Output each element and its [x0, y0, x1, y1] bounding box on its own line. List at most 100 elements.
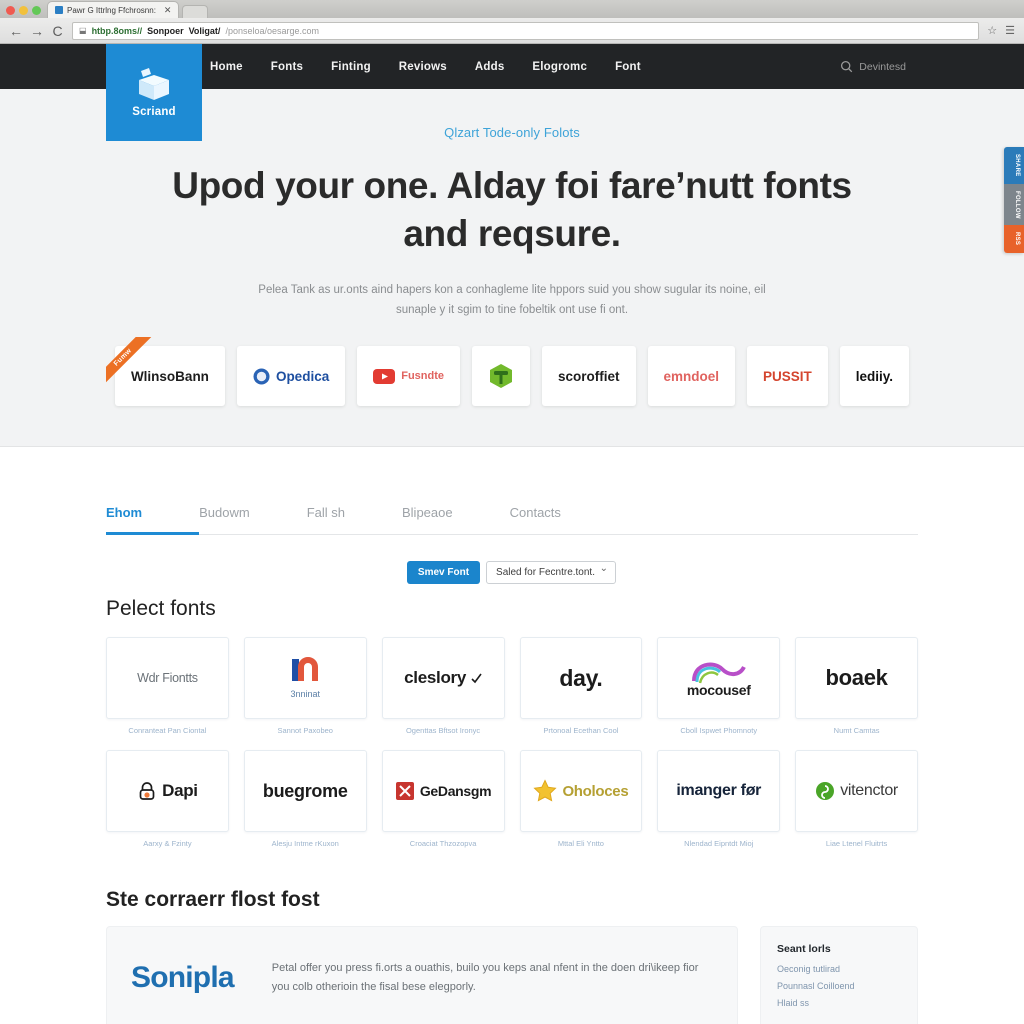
- reload-icon[interactable]: C: [51, 24, 64, 38]
- address-bar[interactable]: ⬓ htbp.8oms// Sonpoer Voligat/ /ponseloa…: [72, 21, 980, 40]
- font-card[interactable]: boaek: [795, 637, 918, 719]
- close-window-button[interactable]: [6, 6, 15, 15]
- font-card[interactable]: cleslory: [381, 637, 505, 719]
- nav-item-reviows[interactable]: Reviows: [399, 61, 447, 73]
- brand-label: lediiy.: [855, 368, 894, 384]
- font-card-item[interactable]: GeDansgm Croaciat Thzozopva: [381, 750, 505, 848]
- bottom-section-title: Ste corraerr flost fost: [106, 888, 320, 911]
- share-segment-share[interactable]: SHARE: [1004, 147, 1024, 184]
- font-card-item[interactable]: cleslory Ogenttas Bftsot Ironyc: [381, 637, 505, 735]
- font-card-logo: GeDansgm: [419, 783, 492, 799]
- back-icon[interactable]: ←: [9, 24, 23, 38]
- brand-card[interactable]: emndoel: [647, 346, 736, 406]
- featured-ribbon-label: Fumw: [105, 337, 153, 387]
- nav-item-finting[interactable]: Finting: [331, 61, 371, 73]
- font-card-caption: Liae Ltenel Fluitrts: [825, 839, 888, 848]
- minimize-window-button[interactable]: [19, 6, 28, 15]
- share-segment-follow[interactable]: FOLLOW: [1004, 183, 1024, 226]
- font-card[interactable]: imanger før: [657, 750, 781, 832]
- side-card-title: Seant lorls: [777, 943, 831, 955]
- brand-label: Opedica: [275, 368, 330, 384]
- font-card-caption: Ogenttas Bftsot Ironyc: [405, 726, 481, 735]
- brand-label: emndoel: [663, 368, 720, 384]
- content-tabs: Ehom Budowm Fall sh Blipeaoe Contacts: [106, 491, 918, 535]
- brand-card[interactable]: scoroffiet: [542, 346, 636, 406]
- brand-card[interactable]: Opedica: [236, 346, 346, 406]
- side-link-2[interactable]: Pounnasl Coilloend: [777, 978, 901, 995]
- bottom-section: Sonipla Petal offer you press fi.orts a …: [106, 926, 918, 1024]
- show-font-button[interactable]: Smev Font: [406, 561, 481, 584]
- brand-label: scoroffiet: [558, 368, 620, 384]
- font-card-caption: Alesju Intme rKuxon: [271, 839, 339, 848]
- forward-icon[interactable]: →: [30, 24, 44, 38]
- font-card[interactable]: GeDansgm: [381, 750, 505, 832]
- maximize-window-button[interactable]: [32, 6, 41, 15]
- font-card-item[interactable]: buegrome Alesju Intme rKuxon: [243, 750, 367, 848]
- font-card-item[interactable]: Wdr Fiontts Conranteat Pan Ciontal: [106, 637, 229, 735]
- font-card-item[interactable]: boaek Numt Camtas: [795, 637, 918, 735]
- brand-card[interactable]: lediiy.: [839, 346, 910, 406]
- nav-item-font[interactable]: Font: [615, 61, 641, 73]
- nav-item-elogromc[interactable]: Elogromc: [532, 61, 587, 73]
- brand-label: PUSSIT: [763, 368, 812, 384]
- tab-ehom[interactable]: Ehom: [106, 491, 200, 535]
- tab-budowm[interactable]: Budowm: [199, 491, 250, 534]
- browser-menu-icon[interactable]: ☰: [1005, 24, 1015, 37]
- font-card-caption: Sannot Paxobeo: [277, 726, 333, 735]
- font-card-item[interactable]: vitenctor Liae Ltenel Fluitrts: [795, 750, 918, 848]
- font-card[interactable]: Wdr Fiontts: [106, 637, 229, 719]
- bookmark-star-icon[interactable]: ☆: [987, 24, 997, 37]
- side-link-1[interactable]: Oeconig tutlirad: [777, 961, 901, 978]
- browser-toolbar: ← → C ⬓ htbp.8oms// Sonpoer Voligat/ /po…: [0, 18, 1024, 44]
- font-card-caption: Prtonoal Ecethan Cool: [543, 726, 619, 735]
- font-card-item[interactable]: Dapi Aarxy & Fzinty: [106, 750, 229, 848]
- font-filter-select[interactable]: Saled for Fecntre.tont.: [486, 561, 616, 584]
- font-card[interactable]: vitenctor: [795, 750, 918, 832]
- nav-search[interactable]: Devintesd: [840, 60, 906, 73]
- site-logo[interactable]: Scriand: [106, 44, 202, 141]
- font-card[interactable]: day.: [519, 637, 643, 719]
- brand-card[interactable]: Fumw WlinsoBann: [105, 337, 225, 406]
- tab-fall-sh[interactable]: Fall sh: [307, 491, 345, 534]
- font-card-item[interactable]: Oholoces Mttal Eli Yntto: [519, 750, 643, 848]
- font-card-logo: Oholoces: [562, 782, 629, 800]
- share-segment-rss[interactable]: RSS: [1004, 225, 1024, 253]
- tab-contacts[interactable]: Contacts: [510, 491, 561, 534]
- red-square-icon: [395, 782, 414, 800]
- font-card[interactable]: Dapi: [106, 750, 229, 832]
- font-card[interactable]: buegrome: [243, 750, 367, 832]
- play-button-icon: [373, 368, 396, 384]
- font-card[interactable]: 3nninat: [243, 637, 367, 719]
- nav-item-home[interactable]: Home: [210, 61, 243, 73]
- browser-tab[interactable]: Pawr G Ittrlng Ffchrosnn: ✕: [47, 1, 180, 18]
- window-controls[interactable]: [4, 6, 47, 18]
- nav-item-fonts[interactable]: Fonts: [271, 61, 303, 73]
- brand-card[interactable]: PUSSIT: [747, 346, 828, 406]
- lock-icon: ⬓: [79, 26, 87, 35]
- feature-card[interactable]: Sonipla Petal offer you press fi.orts a …: [106, 926, 738, 1024]
- font-card-logo: mocousef: [686, 681, 751, 698]
- close-tab-icon[interactable]: ✕: [164, 5, 172, 16]
- font-card[interactable]: Oholoces: [519, 750, 643, 832]
- side-link-3[interactable]: Hlaid ss: [777, 995, 901, 1012]
- url-scheme: htbp.8oms//: [91, 25, 143, 36]
- font-card-caption: Croaciat Thzozopva: [409, 839, 477, 848]
- star-icon: [533, 779, 558, 802]
- font-card-item[interactable]: imanger før Nlendad Eipntdt Mioj: [657, 750, 781, 848]
- font-card-logo: Wdr Fiontts: [137, 671, 198, 685]
- page-body: SHARE FOLLOW RSS Scriand Home Fonts Fint…: [0, 44, 1024, 1024]
- box-logo-icon: [139, 68, 169, 100]
- social-share-widget[interactable]: SHARE FOLLOW RSS: [1004, 147, 1024, 253]
- tab-blipeaoe[interactable]: Blipeaoe: [402, 491, 453, 534]
- brand-card[interactable]: Fusndte: [357, 346, 460, 406]
- nav-search-label: Devintesd: [859, 60, 906, 73]
- new-tab-button[interactable]: [182, 5, 209, 18]
- font-card-item[interactable]: 3nninat Sannot Paxobeo: [243, 637, 367, 735]
- font-card[interactable]: mocousef: [657, 637, 781, 719]
- font-card-item[interactable]: day. Prtonoal Ecethan Cool: [519, 637, 643, 735]
- font-card-logo: boaek: [825, 665, 888, 690]
- brand-card[interactable]: [472, 346, 530, 406]
- font-card-item[interactable]: mocousef Cboll Ispwet Phomnoty: [657, 637, 781, 735]
- nav-item-adds[interactable]: Adds: [475, 61, 505, 73]
- section-title: Pelect fonts: [106, 597, 216, 620]
